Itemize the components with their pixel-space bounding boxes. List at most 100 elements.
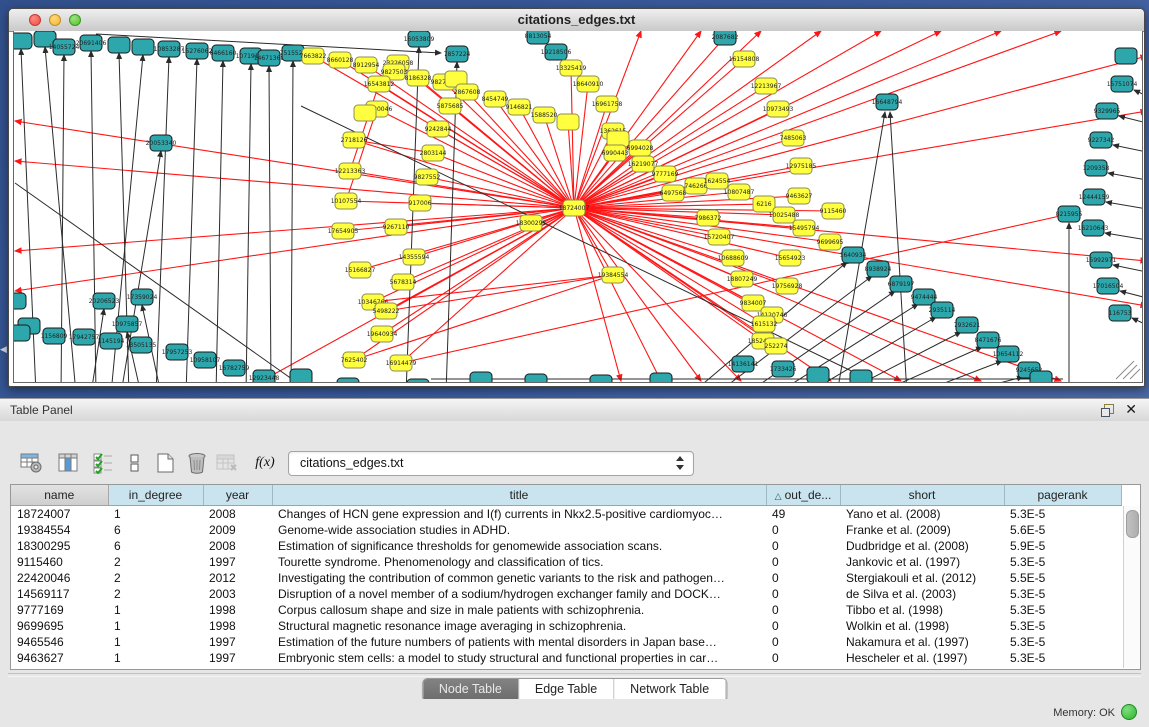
graph-node-teal[interactable]: 8215955 [1056,206,1083,222]
table-cell[interactable]: Tibbo et al. (1998) [840,602,1004,618]
graph-node-teal[interactable]: 10853287 [154,41,185,57]
vertical-scrollbar[interactable] [1123,506,1140,668]
graph-node-yellow[interactable]: 9267110 [383,219,410,235]
graph-node-teal[interactable]: 8471676 [975,332,1002,348]
graph-node-yellow[interactable]: 9777169 [652,166,679,182]
table-cell[interactable]: 5.5E-5 [1004,570,1121,586]
graph-node-teal[interactable]: 15276062 [182,43,213,59]
table-cell[interactable]: Estimation of the future numbers of pati… [272,634,766,650]
function-builder-button[interactable]: f(x) [248,450,282,476]
graph-node-teal[interactable]: 1209358 [1083,160,1110,176]
network-view-window[interactable]: citations_edges.txt 14055724206914061085… [8,8,1145,387]
graph-node-yellow[interactable]: 15654923 [775,250,806,266]
graph-node-teal[interactable] [807,367,829,382]
graph-node-teal[interactable]: 10975857 [112,316,143,332]
graph-node-teal[interactable]: 7857224 [444,46,471,62]
graph-node-teal[interactable]: 17016504 [1093,278,1124,294]
graph-node-yellow[interactable]: 12213967 [751,78,782,94]
graph-node-teal[interactable]: 116753 [1109,305,1132,321]
table-cell[interactable]: 2008 [203,538,272,554]
graph-node-teal[interactable]: 2935114 [929,302,956,318]
table-cell[interactable]: Disruption of a novel member of a sodium… [272,586,766,602]
table-cell[interactable]: Tourette syndrome. Phenomenology and cla… [272,554,766,570]
graph-node-yellow[interactable]: 15166827 [345,262,376,278]
table-row[interactable]: 946554611997Estimation of the future num… [11,634,1121,650]
scrollbar-thumb[interactable] [1126,510,1139,538]
graph-node-yellow[interactable]: 18724007 [559,200,590,216]
graph-node-teal[interactable]: 9329965 [1094,103,1121,119]
table-cell[interactable]: 5.3E-5 [1004,586,1121,602]
graph-node-yellow[interactable]: 917006 [409,195,432,211]
table-cell[interactable]: 0 [766,634,840,650]
graph-node-yellow[interactable]: 8186328 [405,70,432,86]
graph-node-teal[interactable]: 17359024 [127,289,158,305]
graph-node-yellow[interactable]: 7485063 [780,130,807,146]
graph-node-yellow[interactable]: 5498222 [373,303,400,319]
tab-edge-table[interactable]: Edge Table [519,679,614,701]
table-cell[interactable]: Stergiakouli et al. (2012) [840,570,1004,586]
graph-node-yellow[interactable]: 18807249 [727,271,758,287]
graph-node-teal[interactable]: 20691406 [76,35,107,51]
table-row[interactable]: 2242004622012Investigating the contribut… [11,570,1121,586]
table-cell[interactable]: 0 [766,522,840,538]
graph-node-teal[interactable]: 9457791 [335,378,362,382]
graph-node-teal[interactable]: 7932621 [954,317,981,333]
table-cell[interactable]: 5.3E-5 [1004,506,1121,523]
table-cell[interactable]: 6 [108,538,203,554]
graph-node-yellow[interactable]: 9827552 [414,169,441,185]
new-column-button[interactable] [152,450,178,476]
graph-node-teal[interactable]: 1640934 [840,247,867,263]
graph-node-yellow[interactable]: 5678314 [390,274,417,290]
table-cell[interactable]: 0 [766,570,840,586]
table-cell[interactable]: 5.3E-5 [1004,602,1121,618]
graph-node-teal[interactable] [290,369,312,382]
resize-grip-icon[interactable] [1116,361,1140,379]
graph-node-teal[interactable] [850,370,872,382]
table-cell[interactable]: 1 [108,602,203,618]
graph-node-yellow[interactable]: 8660128 [327,52,354,68]
graph-node-yellow[interactable]: 10973493 [763,101,794,117]
graph-node-yellow[interactable]: 19640934 [367,326,398,342]
table-cell[interactable]: 22420046 [11,570,108,586]
table-cell[interactable]: 9463627 [11,650,108,666]
graph-node-yellow[interactable]: 9242844 [425,121,452,137]
table-cell[interactable]: Corpus callosum shape and size in male p… [272,602,766,618]
graph-node-teal[interactable]: 19218506 [541,44,572,60]
table-cell[interactable]: 1 [108,634,203,650]
table-mode-button[interactable] [18,450,44,476]
graph-node-yellow[interactable]: 18640910 [573,76,604,92]
table-cell[interactable]: Embryonic stem cells: a model to study s… [272,650,766,666]
table-cell[interactable]: 0 [766,554,840,570]
table-cell[interactable]: 5.9E-5 [1004,538,1121,554]
graph-node-teal[interactable]: 15992971 [1086,252,1117,268]
table-cell[interactable]: 2009 [203,522,272,538]
graph-node-yellow[interactable]: 10688609 [718,250,749,266]
table-cell[interactable]: 9115460 [11,554,108,570]
tab-node-table[interactable]: Node Table [423,679,519,701]
graph-node-yellow[interactable]: 16154808 [729,51,760,67]
graph-node-yellow[interactable]: 6216 [753,196,775,212]
table-cell[interactable]: Dudbridge et al. (2008) [840,538,1004,554]
graph-node-teal[interactable]: 13505135 [126,337,157,353]
table-cell[interactable]: 0 [766,538,840,554]
graph-node-yellow[interactable]: 13325419 [556,60,587,76]
graph-node-teal[interactable]: 1733426 [770,361,797,377]
table-row[interactable]: 977716911998Corpus callosum shape and si… [11,602,1121,618]
column-header-in_degree[interactable]: in_degree [108,485,203,506]
table-cell[interactable]: 5.3E-5 [1004,634,1121,650]
graph-node-yellow[interactable]: 12975185 [786,158,817,174]
select-all-columns-button[interactable] [90,450,116,476]
table-selector-dropdown[interactable]: citations_edges.txt [288,451,694,476]
table-cell[interactable]: 14569117 [11,586,108,602]
delete-table-button[interactable] [214,450,240,476]
table-row[interactable]: 969969511998Structural magnetic resonanc… [11,618,1121,634]
column-header-title[interactable]: title [272,485,766,506]
table-cell[interactable]: 2 [108,554,203,570]
table-cell[interactable]: 1997 [203,650,272,666]
graph-node-teal[interactable]: 8938924 [865,261,892,277]
table-cell[interactable]: 1 [108,506,203,523]
table-cell[interactable]: 1997 [203,634,272,650]
graph-node-yellow[interactable]: 6994028 [627,140,654,156]
graph-node-yellow[interactable]: 17654905 [328,223,359,239]
table-cell[interactable]: Genome-wide association studies in ADHD. [272,522,766,538]
